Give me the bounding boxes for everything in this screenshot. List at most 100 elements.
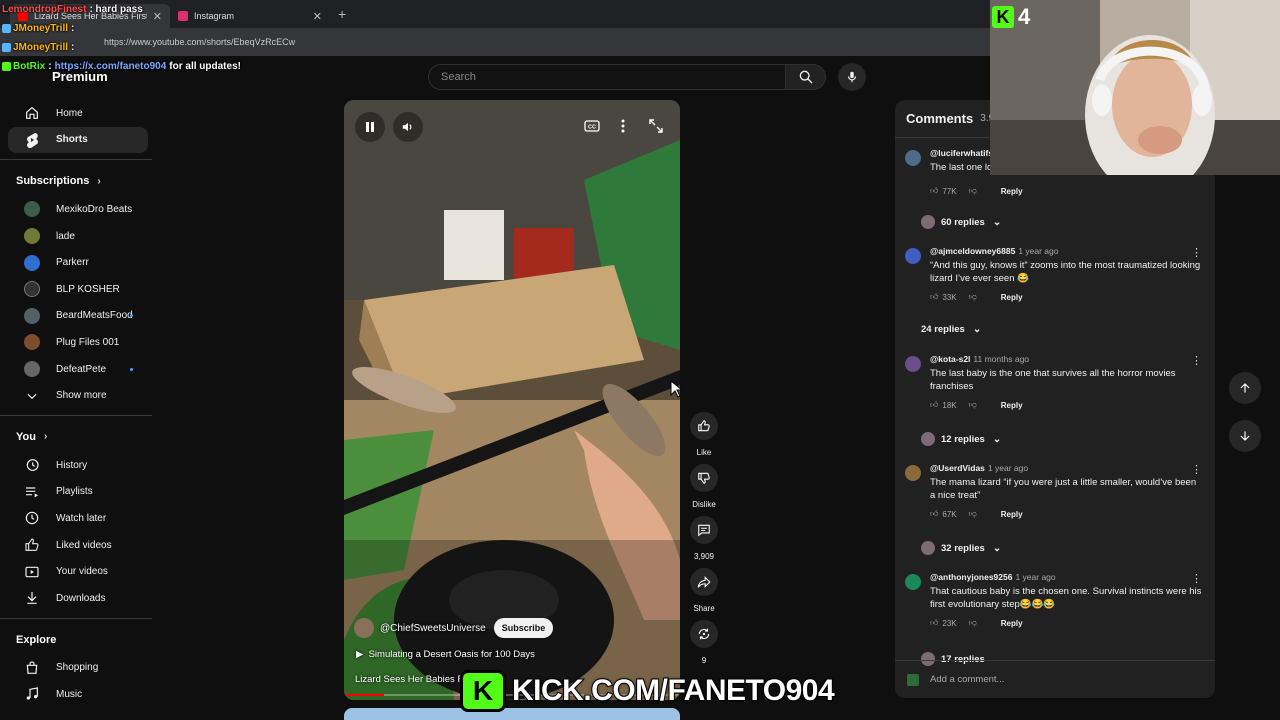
chat-username: JMoneyTrill bbox=[13, 42, 69, 53]
thumbs-down-icon[interactable]: 👎︎ bbox=[969, 186, 977, 196]
commenter-avatar[interactable] bbox=[905, 150, 921, 166]
creator-avatar bbox=[921, 215, 935, 229]
sidebar-item-history[interactable]: History bbox=[8, 452, 148, 479]
sidebar-item-playlists[interactable]: Playlists bbox=[8, 479, 148, 506]
add-comment-input[interactable]: Add a comment... bbox=[895, 660, 1215, 698]
channel-avatar bbox=[24, 307, 40, 324]
sidebar-show-more[interactable]: Show more bbox=[8, 382, 148, 409]
comment-author[interactable]: @anthonyjones9256 bbox=[930, 572, 1012, 582]
dislike-button[interactable] bbox=[690, 464, 718, 492]
comment-author[interactable]: @luciferwhatifs bbox=[930, 148, 993, 158]
comment-time: 1 year ago bbox=[987, 463, 1029, 473]
reply-button[interactable]: Reply bbox=[1001, 619, 1023, 628]
sidebar-item-music[interactable]: Music bbox=[8, 681, 148, 708]
thumbs-down-icon[interactable]: 👎︎ bbox=[969, 400, 977, 410]
playlists-icon bbox=[24, 484, 40, 500]
like-action[interactable]: Like bbox=[689, 412, 719, 464]
playlist-link[interactable]: ▶ Simulating a Desert Oasis for 100 Days bbox=[356, 649, 535, 660]
more-options-button[interactable] bbox=[618, 118, 628, 134]
subscriptions-heading[interactable]: Subscriptions › bbox=[0, 166, 156, 196]
shorts-video-player[interactable]: CC @ChiefSweetsUniverse Subscribe ▶ Simu… bbox=[344, 100, 680, 700]
comment-text: The mama lizard “if you were just a litt… bbox=[930, 477, 1197, 501]
comments-button[interactable] bbox=[690, 516, 718, 544]
volume-button[interactable] bbox=[393, 112, 423, 142]
sidebar-subscription-blp-kosher[interactable]: BLP KOSHER bbox=[8, 276, 148, 303]
thumbs-up-icon[interactable]: 👍︎ bbox=[930, 400, 938, 410]
remix-button[interactable] bbox=[690, 620, 718, 648]
dislike-label: Dislike bbox=[692, 500, 716, 509]
like-button[interactable] bbox=[690, 412, 718, 440]
thumbs-down-icon[interactable]: 👎︎ bbox=[969, 509, 977, 519]
reply-button[interactable]: Reply bbox=[1001, 401, 1023, 410]
sidebar-item-your-videos[interactable]: Your videos bbox=[8, 558, 148, 585]
thumbs-up-icon[interactable]: 👍︎ bbox=[930, 186, 938, 196]
comment-author[interactable]: @ajmceldowney6885 bbox=[930, 246, 1015, 256]
share-icon bbox=[697, 576, 711, 588]
comment-author[interactable]: @kota-s2l bbox=[930, 354, 970, 364]
commenter-avatar[interactable] bbox=[905, 356, 921, 372]
next-short-button[interactable] bbox=[1229, 420, 1261, 452]
comment-author[interactable]: @UserdVidas bbox=[930, 463, 985, 473]
thumbs-up-icon[interactable]: 👍︎ bbox=[930, 292, 938, 302]
view-replies-button[interactable]: 24 replies ⌄ bbox=[921, 324, 981, 335]
comment-menu-icon[interactable]: ⋮ bbox=[1191, 572, 1202, 585]
comment-time: 1 year ago bbox=[1015, 572, 1056, 582]
view-replies-button[interactable]: 12 replies ⌄ bbox=[921, 432, 1001, 446]
you-heading[interactable]: You › bbox=[0, 422, 156, 452]
channel-avatar bbox=[24, 228, 40, 245]
view-replies-button[interactable]: 32 replies ⌄ bbox=[921, 541, 1001, 555]
sidebar-subscription-plug-files[interactable]: Plug Files 001 bbox=[8, 329, 148, 356]
thumbs-down-icon[interactable]: 👎︎ bbox=[969, 292, 977, 302]
comment-like-count: 33K bbox=[942, 292, 957, 302]
search-button[interactable] bbox=[786, 64, 826, 90]
channel-avatar[interactable] bbox=[354, 618, 374, 638]
fullscreen-button[interactable] bbox=[648, 118, 664, 134]
svg-text:CC: CC bbox=[588, 125, 596, 131]
comment-menu-icon[interactable]: ⋮ bbox=[1191, 463, 1202, 476]
share-button[interactable] bbox=[690, 568, 718, 596]
sidebar-item-downloads[interactable]: Downloads bbox=[8, 585, 148, 612]
sidebar-item-shopping[interactable]: Shopping bbox=[8, 655, 148, 682]
comment-menu-icon[interactable]: ⋮ bbox=[1191, 246, 1202, 259]
dislike-action[interactable]: Dislike bbox=[689, 464, 719, 516]
sidebar-subscription-parkerr[interactable]: Parkerr bbox=[8, 249, 148, 276]
commenter-avatar[interactable] bbox=[905, 248, 921, 264]
sidebar-item-shorts[interactable]: Shorts bbox=[8, 126, 148, 154]
channel-name[interactable]: @ChiefSweetsUniverse bbox=[380, 623, 486, 634]
share-action[interactable]: Share bbox=[689, 568, 719, 620]
comment-menu-icon[interactable]: ⋮ bbox=[1191, 354, 1202, 367]
sidebar-subscription-beardmeatsfood[interactable]: BeardMeatsFood bbox=[8, 303, 148, 330]
sidebar-subscription-lade[interactable]: lade bbox=[8, 223, 148, 250]
sidebar-subscription-mexikodro[interactable]: MexikoDro Beats bbox=[8, 196, 148, 223]
search-input[interactable]: Search bbox=[428, 64, 786, 90]
subscribe-button[interactable]: Subscribe bbox=[493, 618, 554, 638]
captions-button[interactable]: CC bbox=[584, 118, 600, 134]
new-tab-icon[interactable]: + bbox=[338, 6, 346, 22]
voice-search-button[interactable] bbox=[838, 63, 866, 91]
view-replies-button[interactable]: 60 replies ⌄ bbox=[921, 215, 1001, 229]
explore-title: Explore bbox=[16, 633, 57, 646]
reply-button[interactable]: Reply bbox=[1001, 510, 1023, 519]
sidebar-divider bbox=[0, 617, 152, 619]
comments-action[interactable]: 3,909 bbox=[689, 516, 719, 568]
replies-count: 12 replies bbox=[941, 433, 985, 445]
thumbs-down-icon[interactable]: 👎︎ bbox=[969, 618, 977, 628]
sidebar-item-home[interactable]: Home bbox=[8, 100, 148, 127]
sidebar-subscription-defeatpete[interactable]: DefeatPete bbox=[8, 356, 148, 383]
sidebar-item-watch-later[interactable]: Watch later bbox=[8, 505, 148, 532]
reply-button[interactable]: Reply bbox=[1001, 187, 1023, 196]
reply-button[interactable]: Reply bbox=[1001, 293, 1023, 302]
chat-badge-icon bbox=[2, 62, 11, 71]
thumbs-up-icon[interactable]: 👍︎ bbox=[930, 618, 938, 628]
sidebar-divider bbox=[0, 414, 152, 416]
previous-short-button[interactable] bbox=[1229, 372, 1261, 404]
like-label: Like bbox=[696, 448, 712, 457]
pause-button[interactable] bbox=[355, 112, 385, 142]
chat-text: for all updates! bbox=[169, 61, 241, 72]
thumbs-up-icon[interactable]: 👍︎ bbox=[930, 509, 938, 519]
commenter-avatar[interactable] bbox=[905, 574, 921, 590]
chat-username: LemondropFinest bbox=[2, 4, 87, 15]
sidebar-item-liked-videos[interactable]: Liked videos bbox=[8, 532, 148, 559]
remix-action[interactable]: 9 bbox=[689, 620, 719, 672]
commenter-avatar[interactable] bbox=[905, 465, 921, 481]
